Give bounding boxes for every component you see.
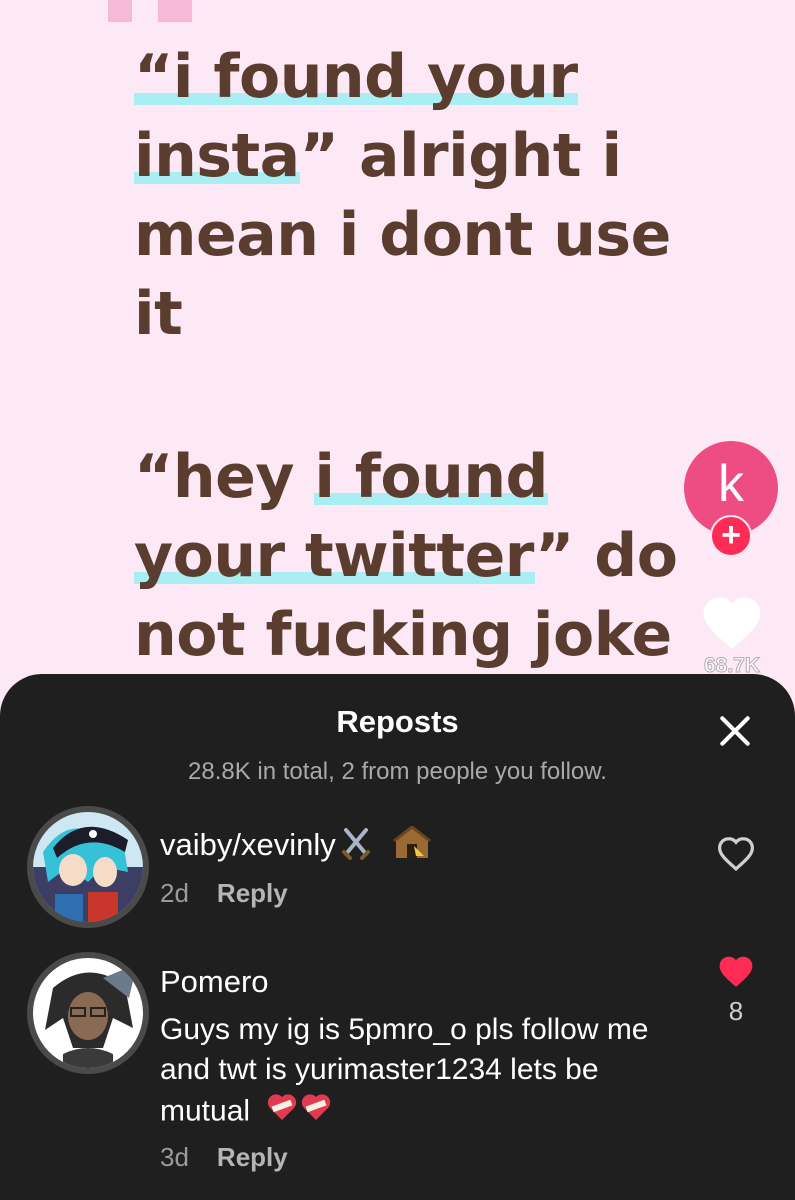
- close-icon[interactable]: [716, 712, 754, 750]
- list-item: vaiby/xevinly 2d Reply: [0, 806, 795, 936]
- avatar[interactable]: [27, 806, 149, 928]
- sheet-title: Reposts: [336, 704, 459, 739]
- like-heart-icon[interactable]: [698, 588, 766, 652]
- crossed-swords-icon: [341, 826, 386, 868]
- sheet-subtitle: 28.8K in total, 2 from people you follow…: [188, 758, 607, 785]
- timestamp: 3d: [160, 1142, 189, 1172]
- caption-line: i found: [314, 442, 549, 512]
- caption-line: it: [134, 279, 183, 349]
- heart-filled-icon[interactable]: [714, 950, 758, 990]
- avatar[interactable]: [27, 952, 149, 1074]
- caption-line: ” do: [534, 521, 678, 591]
- comment-meta: 2d Reply: [160, 878, 288, 909]
- caption-line: insta: [134, 121, 300, 191]
- reply-button[interactable]: Reply: [217, 1142, 288, 1172]
- caption-text-2: “hey i found your twitter” do not fuckin…: [134, 438, 694, 675]
- username[interactable]: vaiby/xevinly: [160, 825, 432, 868]
- heart-outline-icon[interactable]: [714, 832, 758, 872]
- avatar-image: [33, 958, 143, 1068]
- heart-bandaged-icon: [264, 1090, 336, 1135]
- caption-line: “hey: [134, 442, 315, 512]
- comment-meta: 3d Reply: [160, 1142, 288, 1173]
- caption-line: ” alright i: [299, 121, 622, 191]
- comment-body: Guys my ig is 5pmro_o pls follow me and …: [160, 1010, 680, 1135]
- caption-line: your twitter: [134, 521, 535, 591]
- caption-line: not fucking joke: [134, 600, 672, 670]
- list-item: Pomero Guys my ig is 5pmro_o pls follow …: [0, 952, 795, 1192]
- username[interactable]: Pomero: [160, 964, 269, 1000]
- avatar-image: [33, 812, 143, 922]
- follow-button[interactable]: +: [710, 515, 752, 557]
- caption-line: mean i dont use: [134, 200, 671, 270]
- caption-text-1: “i found your insta” alright i mean i do…: [134, 38, 694, 354]
- comment-text: Guys my ig is 5pmro_o pls follow me and …: [160, 1013, 649, 1128]
- caption-line: “i found your: [134, 42, 578, 112]
- username-text: vaiby/xevinly: [160, 827, 336, 863]
- timestamp: 2d: [160, 878, 189, 908]
- hut-icon: [392, 825, 432, 868]
- tiktok-video-screen: “i found your insta” alright i mean i do…: [0, 0, 795, 1200]
- like-count: 8: [728, 996, 744, 1026]
- plus-icon: +: [721, 516, 741, 554]
- decorative-block: [108, 0, 132, 22]
- decorative-block: [158, 0, 192, 22]
- creator-initial: k: [718, 455, 744, 513]
- reposts-sheet: Reposts 28.8K in total, 2 from people yo…: [0, 674, 795, 1200]
- reply-button[interactable]: Reply: [217, 878, 288, 908]
